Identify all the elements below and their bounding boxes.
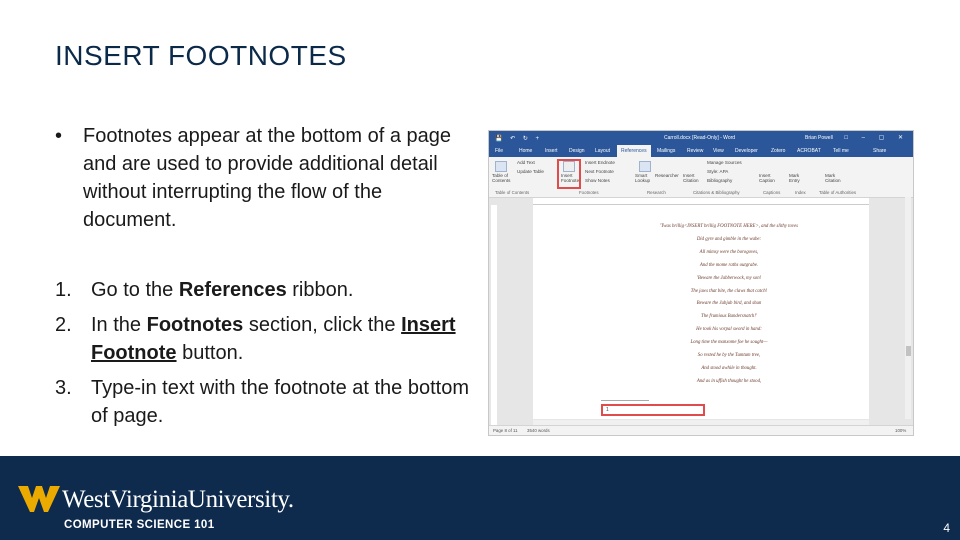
flying-wv-logo bbox=[18, 486, 60, 512]
vertical-scrollbar[interactable] bbox=[905, 197, 911, 419]
intro-text: Footnotes appear at the bottom of a page… bbox=[83, 125, 452, 231]
user-name: Brian Powell bbox=[805, 135, 833, 141]
group-label: Captions bbox=[763, 190, 781, 195]
share-button[interactable]: Share bbox=[873, 148, 886, 154]
poem-line: The jaws that bite, the claws that catch… bbox=[690, 288, 768, 294]
step-item: 1. Go to the References ribbon. bbox=[55, 276, 485, 304]
footnote-separator bbox=[601, 400, 649, 401]
step-item: 3. Type-in text with the footnote at the… bbox=[55, 374, 485, 430]
zoom-level[interactable]: 100% bbox=[895, 428, 906, 433]
step-number: 3. bbox=[55, 377, 72, 399]
tab-view[interactable]: View bbox=[713, 148, 724, 154]
word-screenshot: 💾 ↶ ↻ + Carroll.docx [Read-Only] - Word … bbox=[488, 130, 914, 436]
insert-citation-button[interactable]: Insert Citation bbox=[683, 173, 703, 183]
poem-text: 'Twas brillig<INSERT brillig FOOTNOTE HE… bbox=[629, 221, 829, 389]
step-text: Go to the bbox=[91, 279, 179, 301]
mark-entry-button[interactable]: Mark Entry bbox=[789, 173, 805, 183]
search-icon bbox=[639, 161, 651, 172]
tab-review[interactable]: Review bbox=[687, 148, 703, 154]
poem-line: 'Twas brillig<INSERT brillig FOOTNOTE HE… bbox=[659, 224, 799, 229]
steps-list: 1. Go to the References ribbon. 2. In th… bbox=[55, 276, 485, 437]
tab-design[interactable]: Design bbox=[569, 148, 585, 154]
tab-insert[interactable]: Insert bbox=[545, 148, 558, 154]
poem-line: Did gyre and gimble in the wabe: bbox=[696, 236, 762, 242]
toc-icon bbox=[495, 161, 507, 172]
group-label: Table of Contents bbox=[495, 190, 530, 195]
poem-line: 'Beware the Jabberwock, my son! bbox=[696, 275, 762, 281]
group-label: Citations & Bibliography bbox=[693, 190, 740, 195]
ribbon-tabs: File Home Insert Design Layout Reference… bbox=[489, 145, 913, 157]
group-label: Footnotes bbox=[579, 190, 599, 195]
bibliography-button[interactable]: Bibliography bbox=[707, 178, 732, 183]
step-number: 1. bbox=[55, 279, 72, 301]
footnote-entry[interactable]: 1 bbox=[601, 404, 705, 416]
page-count[interactable]: Page 8 of 11 bbox=[493, 428, 518, 433]
course-name: COMPUTER SCIENCE 101 bbox=[64, 519, 215, 531]
step-bold: Footnotes bbox=[146, 314, 244, 336]
group-label: Research bbox=[647, 190, 666, 195]
step-text: button. bbox=[176, 342, 244, 364]
insert-footnote-highlight bbox=[557, 159, 581, 189]
tab-zotero[interactable]: Zotero bbox=[771, 148, 785, 154]
tell-me-search[interactable]: Tell me bbox=[833, 148, 849, 154]
mark-citation-button[interactable]: Mark Citation bbox=[825, 173, 847, 183]
add-text-button[interactable]: Add Text bbox=[517, 160, 535, 165]
status-bar: Page 8 of 11 3540 words 100% bbox=[489, 425, 913, 435]
vertical-ruler bbox=[491, 205, 497, 425]
step-text: ribbon. bbox=[286, 279, 354, 301]
style-select[interactable]: Style: APA bbox=[707, 169, 728, 174]
update-table-button[interactable]: Update Table bbox=[517, 169, 544, 174]
insert-caption-button[interactable]: Insert Caption bbox=[759, 173, 781, 183]
word-count[interactable]: 3540 words bbox=[527, 428, 550, 433]
tab-layout[interactable]: Layout bbox=[595, 148, 610, 154]
page-number: 4 bbox=[943, 521, 950, 535]
window-controls[interactable]: □ – ▢ ✕ bbox=[844, 134, 909, 141]
quick-access-toolbar[interactable]: 💾 ↶ ↻ + bbox=[495, 135, 542, 142]
scrollbar-thumb[interactable] bbox=[906, 346, 911, 356]
word-titlebar: 💾 ↶ ↻ + Carroll.docx [Read-Only] - Word … bbox=[489, 131, 913, 145]
insert-endnote-button[interactable]: Insert Endnote bbox=[585, 160, 615, 165]
poem-line: The frumious Bandersnatch!' bbox=[701, 314, 757, 320]
smart-lookup-button[interactable]: Smart Lookup bbox=[635, 173, 653, 183]
researcher-button[interactable]: Researcher bbox=[655, 173, 679, 178]
step-bold: References bbox=[178, 279, 287, 301]
tab-developer[interactable]: Developer bbox=[735, 148, 758, 154]
group-label: Index bbox=[795, 190, 806, 195]
step-text: Type-in text with the footnote at the bo… bbox=[91, 377, 469, 427]
step-number: 2. bbox=[55, 314, 72, 336]
manage-sources-button[interactable]: Manage Sources bbox=[707, 160, 742, 165]
slide-title: INSERT FOOTNOTES bbox=[55, 40, 347, 71]
poem-line: He took his vorpal sword in hand: bbox=[696, 327, 762, 333]
references-ribbon: Table of Contents Add Text Update Table … bbox=[489, 157, 913, 198]
poem-line: All mimsy were the borogoves, bbox=[699, 249, 759, 255]
university-name: WestVirginiaUniversity. bbox=[62, 486, 294, 513]
tab-home[interactable]: Home bbox=[519, 148, 532, 154]
tab-mailings[interactable]: Mailings bbox=[657, 148, 675, 154]
document-page[interactable]: 'Twas brillig<INSERT brillig FOOTNOTE HE… bbox=[533, 205, 869, 419]
poem-line: So rested he by the Tumtum tree, bbox=[697, 353, 761, 359]
toc-button[interactable]: Table of Contents bbox=[492, 173, 512, 183]
poem-line: Beware the Jubjub bird, and shun bbox=[696, 301, 762, 307]
tab-acrobat[interactable]: ACROBAT bbox=[797, 148, 821, 154]
document-title: Carroll.docx [Read-Only] - Word bbox=[664, 135, 736, 141]
poem-line: Long time the manxome foe he sought— bbox=[690, 340, 768, 346]
step-text: section, click the bbox=[243, 314, 402, 336]
poem-line: And stood awhile in thought. bbox=[701, 365, 757, 371]
show-notes-button[interactable]: Show Notes bbox=[585, 178, 610, 183]
step-text: In the bbox=[91, 314, 147, 336]
group-label: Table of Authorities bbox=[819, 190, 857, 195]
horizontal-ruler bbox=[533, 198, 869, 205]
bullet-dot: • bbox=[55, 125, 63, 147]
tab-references[interactable]: References bbox=[617, 145, 651, 157]
poem-line: And as in uffish thought he stood, bbox=[696, 378, 762, 384]
next-footnote-button[interactable]: Next Footnote bbox=[585, 169, 614, 174]
poem-line: And the mome raths outgrabe. bbox=[699, 262, 759, 268]
step-item: 2. In the Footnotes section, click the I… bbox=[55, 311, 485, 367]
intro-bullet: • Footnotes appear at the bottom of a pa… bbox=[55, 122, 475, 234]
tab-file[interactable]: File bbox=[495, 148, 503, 154]
